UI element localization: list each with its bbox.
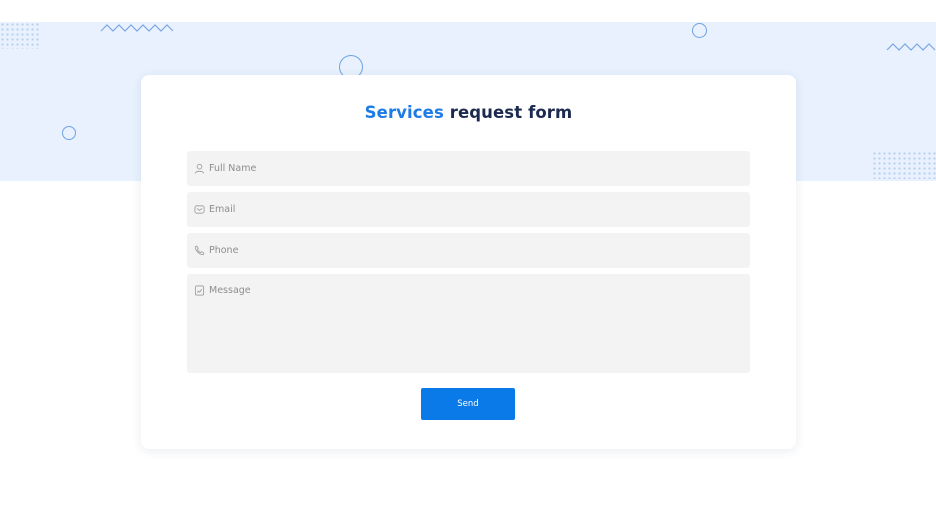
zigzag-decoration-left [100, 24, 174, 32]
user-icon [194, 163, 205, 174]
mail-icon [194, 204, 205, 215]
document-icon [194, 285, 205, 296]
circle-decoration-top-right [692, 23, 707, 38]
circle-decoration-left [62, 126, 76, 140]
dot-pattern-bottom-right [872, 151, 936, 179]
dot-pattern-top-left [0, 22, 40, 49]
services-request-form-card: Services request form Full Name Email Ph… [141, 75, 796, 449]
email-placeholder: Email [209, 204, 236, 215]
form-title: Services request form [141, 103, 796, 122]
send-button[interactable]: Send [421, 388, 515, 420]
full-name-placeholder: Full Name [209, 163, 257, 174]
phone-icon [194, 245, 205, 256]
phone-field[interactable]: Phone [187, 233, 750, 268]
zigzag-decoration-right [886, 43, 936, 51]
email-field[interactable]: Email [187, 192, 750, 227]
full-name-field[interactable]: Full Name [187, 151, 750, 186]
form-title-accent: Services [364, 103, 444, 122]
form-title-rest: request form [443, 103, 573, 122]
message-placeholder: Message [209, 285, 251, 296]
message-field[interactable]: Message [187, 274, 750, 373]
phone-placeholder: Phone [209, 245, 239, 256]
